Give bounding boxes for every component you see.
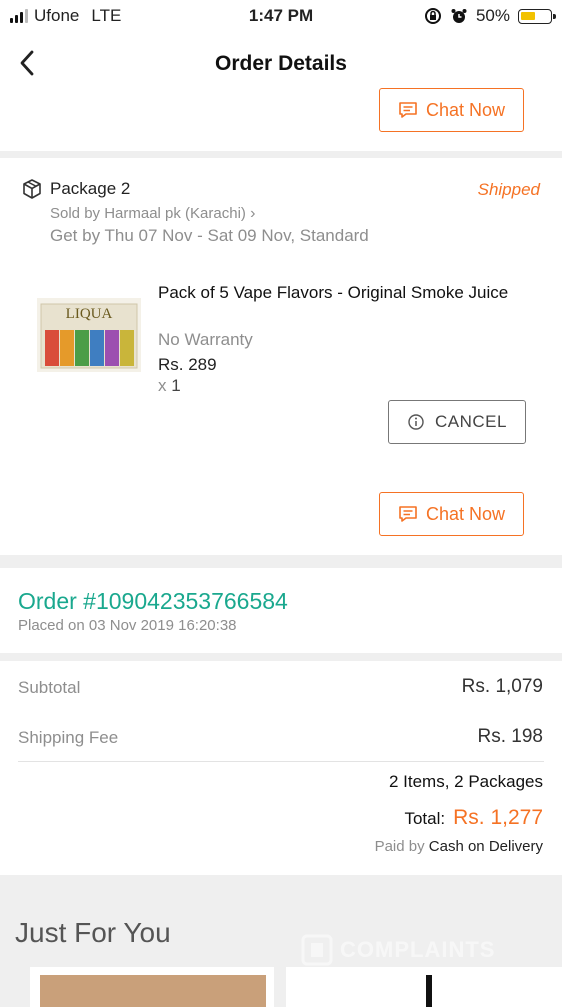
chat-now-label: Chat Now bbox=[425, 99, 506, 120]
items-packages-count: 2 Items, 2 Packages bbox=[388, 772, 543, 791]
summary-divider bbox=[18, 761, 544, 762]
product-name[interactable]: Pack of 5 Vape Flavors - Original Smoke … bbox=[158, 282, 528, 303]
seller-name: Sold by Harmaal pk (Karachi) bbox=[50, 205, 246, 222]
chat-now-button[interactable]: Chat Now bbox=[379, 492, 524, 536]
package-status: Shipped bbox=[477, 180, 540, 199]
order-placed-date: Placed on 03 Nov 2019 16:20:38 bbox=[18, 617, 237, 634]
chat-icon bbox=[399, 102, 417, 118]
shipping-fee-value: Rs. 198 bbox=[477, 726, 543, 747]
total-value: Rs. 1,277 bbox=[453, 806, 543, 829]
alarm-icon bbox=[451, 9, 467, 23]
product-price: Rs. 289 bbox=[158, 355, 217, 374]
cancel-button[interactable]: CANCEL bbox=[388, 400, 526, 444]
paid-method: Cash on Delivery bbox=[428, 838, 543, 855]
subtotal-label: Subtotal bbox=[18, 678, 81, 697]
recommendation-tile[interactable] bbox=[286, 967, 562, 1007]
order-summary-card: Subtotal Rs. 1,079 Shipping Fee Rs. 198 … bbox=[0, 661, 562, 875]
status-bar-right: 50% bbox=[424, 6, 556, 26]
chat-now-button[interactable]: Chat Now bbox=[379, 88, 524, 132]
nav-bar: Order Details bbox=[0, 32, 562, 94]
order-info-card: Order #109042353766584 Placed on 03 Nov … bbox=[0, 568, 562, 653]
product-logo-text: LIQUA bbox=[66, 306, 113, 322]
shipping-fee-label: Shipping Fee bbox=[18, 728, 119, 747]
just-for-you-section: Just For You COMPLAINTS bbox=[0, 875, 562, 1007]
recommendation-image bbox=[40, 975, 266, 1007]
quantity-value: 1 bbox=[171, 376, 181, 395]
recommendation-tile[interactable] bbox=[30, 967, 274, 1007]
quantity-prefix: x bbox=[158, 376, 167, 395]
order-number: Order #109042353766584 bbox=[18, 588, 288, 614]
product-image[interactable]: LIQUA bbox=[37, 290, 141, 372]
package-card: Package 2 Shipped Sold by Harmaal pk (Ka… bbox=[0, 158, 562, 555]
total-label: Total: bbox=[404, 809, 446, 828]
previous-package-card: Chat Now bbox=[0, 88, 562, 151]
paid-by-prefix: Paid by bbox=[374, 838, 425, 855]
recommendation-image bbox=[426, 975, 432, 1007]
chat-icon bbox=[399, 506, 417, 522]
watermark-logo: COMPLAINTS bbox=[300, 933, 495, 967]
battery-icon bbox=[518, 8, 556, 24]
payment-method: Paid by Cash on Delivery bbox=[375, 838, 543, 855]
watermark-text: COMPLAINTS bbox=[340, 937, 496, 962]
watermark-icon bbox=[301, 934, 333, 966]
chevron-right-icon: › bbox=[250, 205, 256, 222]
package-title: Package 2 bbox=[50, 179, 131, 198]
info-icon bbox=[408, 414, 424, 430]
seller-link[interactable]: Sold by Harmaal pk (Karachi) › bbox=[50, 205, 255, 223]
package-box-icon bbox=[23, 179, 41, 199]
product-warranty: No Warranty bbox=[158, 330, 253, 349]
delivery-estimate: Get by Thu 07 Nov - Sat 09 Nov, Standard bbox=[50, 226, 369, 245]
battery-percent: 50% bbox=[475, 6, 510, 25]
subtotal-value: Rs. 1,079 bbox=[461, 676, 543, 697]
status-bar: Ufone LTE 1:47 PM 50% bbox=[0, 0, 562, 32]
chat-now-label: Chat Now bbox=[425, 503, 506, 524]
total-row: Total: Rs. 1,277 bbox=[404, 806, 543, 830]
product-quantity: x 1 bbox=[158, 376, 181, 396]
page-title: Order Details bbox=[215, 52, 347, 75]
rotation-lock-icon bbox=[424, 8, 441, 24]
cancel-label: CANCEL bbox=[435, 412, 507, 431]
just-for-you-title: Just For You bbox=[15, 917, 171, 948]
